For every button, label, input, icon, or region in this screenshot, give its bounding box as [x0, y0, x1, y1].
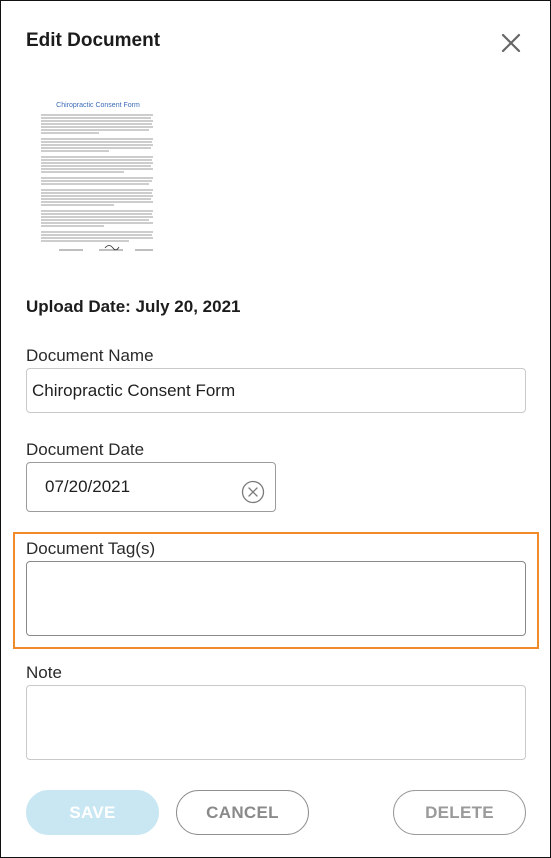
document-date-input[interactable]: 07/20/2021 [26, 462, 276, 512]
dialog-title: Edit Document [26, 30, 161, 51]
document-name-input[interactable]: Chiropractic Consent Form [26, 368, 526, 413]
preview-text-lines [41, 114, 153, 251]
document-preview[interactable]: Chiropractic Consent Form [39, 97, 157, 257]
edit-document-dialog: Edit Document Chiropractic Consent Form [0, 0, 551, 858]
document-tags-label: Document Tag(s) [26, 539, 156, 558]
document-date-label: Document Date [26, 440, 145, 459]
clear-circle-icon [241, 480, 265, 504]
document-name-label: Document Name [26, 346, 154, 365]
clear-date-button[interactable] [241, 475, 265, 504]
document-tags-input[interactable] [26, 561, 526, 636]
save-button[interactable]: SAVE [26, 790, 159, 835]
delete-button[interactable]: DELETE [393, 790, 526, 835]
cancel-button[interactable]: CANCEL [176, 790, 309, 835]
close-icon [501, 33, 521, 53]
note-textarea[interactable] [26, 685, 526, 760]
close-button[interactable] [497, 29, 525, 57]
document-name-value: Chiropractic Consent Form [32, 381, 236, 400]
upload-date: Upload Date: July 20, 2021 [26, 297, 241, 316]
note-label: Note [26, 663, 62, 682]
document-date-value: 07/20/2021 [45, 477, 131, 496]
